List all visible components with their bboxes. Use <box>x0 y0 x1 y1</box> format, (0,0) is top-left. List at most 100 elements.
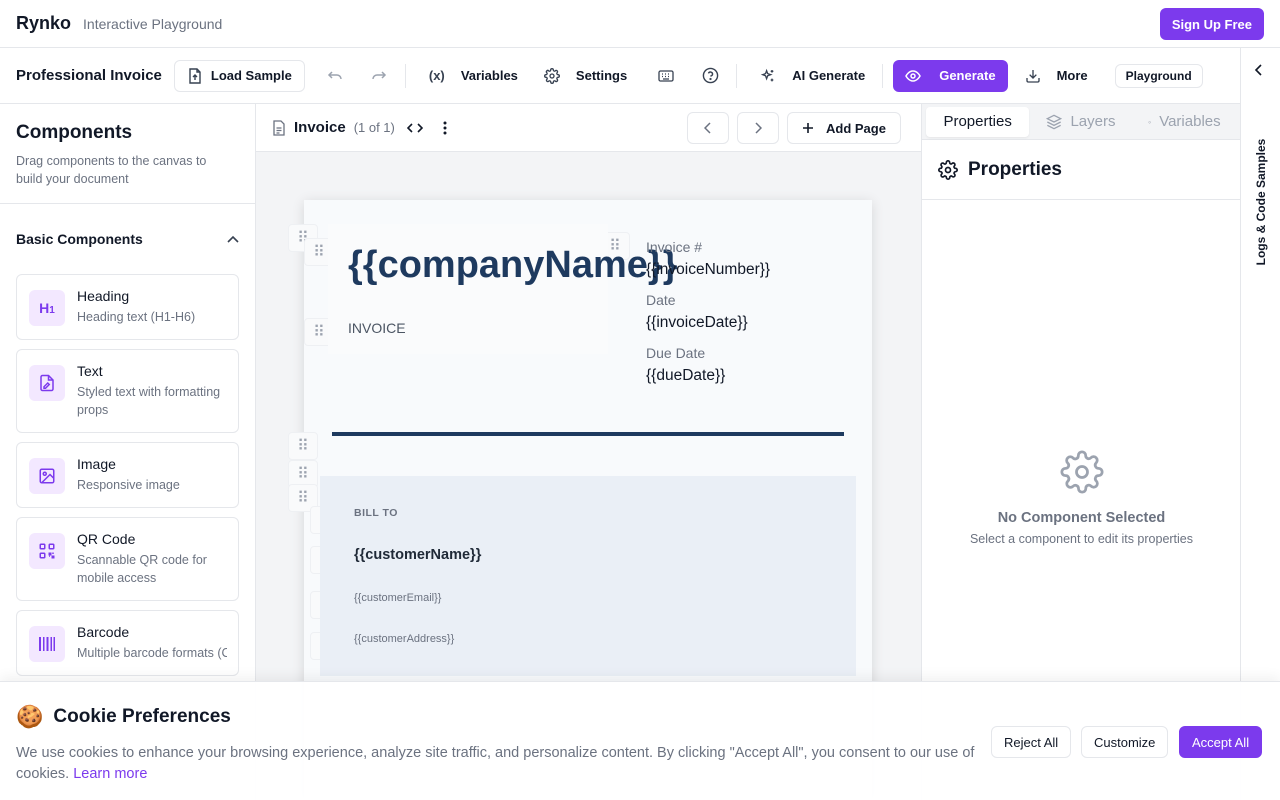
ai-generate-label: AI Generate <box>792 68 866 83</box>
variables-button[interactable]: (x) Variables <box>416 60 531 92</box>
tab-properties[interactable]: Properties <box>926 106 1030 137</box>
sidebar-header: Components Drag components to the canvas… <box>0 104 255 204</box>
more-vertical-icon[interactable] <box>443 121 447 135</box>
cookie-title: 🍪 Cookie Preferences <box>16 704 231 730</box>
qr-code-icon <box>29 533 65 569</box>
playground-button[interactable]: Playground <box>1114 63 1203 88</box>
tab-variables[interactable]: ◦ Variables <box>1133 107 1236 137</box>
chevron-left-icon <box>704 122 711 134</box>
generate-button[interactable]: Generate <box>893 59 1008 92</box>
bill-to-block[interactable] <box>320 476 856 676</box>
tab-layers[interactable]: Layers <box>1029 107 1132 137</box>
add-page-label: Add Page <box>826 120 886 136</box>
settings-label: Settings <box>575 68 628 83</box>
basic-components-section[interactable]: Basic Components <box>0 204 255 274</box>
date-label[interactable]: Date <box>646 292 676 308</box>
document-icon <box>272 119 286 136</box>
sidebar-title: Components <box>16 122 133 143</box>
component-image[interactable]: Image Responsive image <box>16 442 239 508</box>
properties-tabs: Properties Layers ◦ Variables <box>922 104 1240 140</box>
brand-logo[interactable]: Rynko <box>16 13 71 34</box>
help-icon[interactable] <box>694 60 726 92</box>
toolbar-divider <box>404 63 406 88</box>
more-label: More <box>1056 68 1088 83</box>
plus-icon <box>802 122 814 134</box>
more-button[interactable]: More <box>1012 60 1101 92</box>
toolbar-divider <box>882 63 884 88</box>
tab-label: Variables <box>1159 113 1221 130</box>
chevron-up-icon[interactable] <box>227 235 239 243</box>
bill-to-label[interactable]: BILL TO <box>354 507 398 519</box>
invoice-label[interactable]: INVOICE <box>348 320 406 336</box>
editor-toolbar: Professional Invoice Load Sample (x) Var… <box>0 48 1240 104</box>
document-title: Professional Invoice <box>16 67 162 84</box>
top-header: Rynko Interactive Playground Sign Up Fre… <box>0 0 1280 48</box>
download-icon <box>1025 68 1041 84</box>
sparkles-icon <box>760 68 776 84</box>
canvas-toolbar: Invoice (1 of 1) Add Page <box>256 104 921 152</box>
tab-label: Layers <box>1070 113 1116 130</box>
load-sample-button[interactable]: Load Sample <box>173 59 305 92</box>
sign-up-button[interactable]: Sign Up Free <box>1159 8 1264 40</box>
chevron-right-icon <box>755 122 762 134</box>
due-date-value[interactable]: {{dueDate}} <box>646 367 725 385</box>
component-desc: Responsive image <box>77 478 180 492</box>
component-name: Heading <box>77 288 130 304</box>
component-name: Text <box>77 363 103 379</box>
component-qr-code[interactable]: QR Code Scannable QR code for mobile acc… <box>16 517 239 601</box>
prev-page-button[interactable] <box>687 112 729 144</box>
next-page-button[interactable] <box>737 112 779 144</box>
empty-state: No Component Selected Select a component… <box>922 450 1241 546</box>
component-name: Barcode <box>77 624 130 640</box>
toolbar-divider <box>736 63 738 88</box>
file-icon <box>187 67 203 84</box>
variable-icon: ◦ <box>1148 116 1152 127</box>
learn-more-link[interactable]: Learn more <box>73 766 147 782</box>
text-icon <box>29 365 65 401</box>
component-heading[interactable]: H1 Heading Heading text (H1-H6) <box>16 274 239 340</box>
gear-icon <box>543 67 560 84</box>
chevron-left-icon[interactable] <box>1254 64 1264 76</box>
component-text[interactable]: Text Styled text with formatting props <box>16 349 239 433</box>
sidebar-subtitle: Drag components to the canvas to build y… <box>16 154 207 186</box>
ai-generate-button[interactable]: AI Generate <box>747 60 878 92</box>
keyboard-icon[interactable] <box>650 60 682 92</box>
reject-all-button[interactable]: Reject All <box>991 726 1072 758</box>
customer-name[interactable]: {{customerName}} <box>354 547 481 563</box>
date-value[interactable]: {{invoiceDate}} <box>646 314 748 332</box>
customer-address[interactable]: {{customerAddress}} <box>354 633 454 645</box>
cookie-icon: 🍪 <box>16 704 44 729</box>
customer-email[interactable]: {{customerEmail}} <box>354 592 441 604</box>
undo-icon[interactable] <box>319 60 351 92</box>
component-desc: Heading text (H1-H6) <box>77 310 196 324</box>
properties-heading: Properties <box>968 158 1062 180</box>
page-count: (1 of 1) <box>353 120 395 135</box>
gear-icon <box>938 159 958 180</box>
layers-icon <box>1046 114 1063 130</box>
divider-line[interactable] <box>332 432 844 436</box>
redo-icon[interactable] <box>363 60 395 92</box>
code-icon[interactable] <box>406 122 423 134</box>
cookie-title-text: Cookie Preferences <box>53 706 231 727</box>
logs-code-samples-label[interactable]: Logs & Code Samples <box>1254 139 1268 266</box>
settings-button[interactable]: Settings <box>531 60 640 92</box>
invoice-number-label[interactable]: Invoice # <box>646 239 702 255</box>
company-name-heading[interactable]: {{companyName}} <box>348 244 677 287</box>
cookie-banner: 🍪 Cookie Preferences We use cookies to e… <box>0 681 1280 800</box>
component-desc: Styled text with formatting props <box>77 385 221 417</box>
customize-button[interactable]: Customize <box>1081 726 1169 758</box>
gear-icon <box>1059 450 1104 494</box>
section-title: Basic Components <box>16 231 143 247</box>
accept-all-button[interactable]: Accept All <box>1179 726 1263 758</box>
heading-icon: H1 <box>29 290 65 326</box>
drag-handle-icon[interactable]: ⠿ <box>288 432 318 460</box>
component-barcode[interactable]: Barcode Multiple barcode formats (Code12… <box>16 610 239 676</box>
empty-state-subtitle: Select a component to edit its propertie… <box>969 532 1194 546</box>
invoice-number-value[interactable]: {{invoiceNumber}} <box>646 261 770 279</box>
eye-icon <box>905 69 922 82</box>
variable-icon: (x) <box>428 68 445 83</box>
page-title: Invoice <box>294 119 346 136</box>
due-date-label[interactable]: Due Date <box>646 345 705 361</box>
image-icon <box>29 458 65 494</box>
add-page-button[interactable]: Add Page <box>787 112 901 144</box>
